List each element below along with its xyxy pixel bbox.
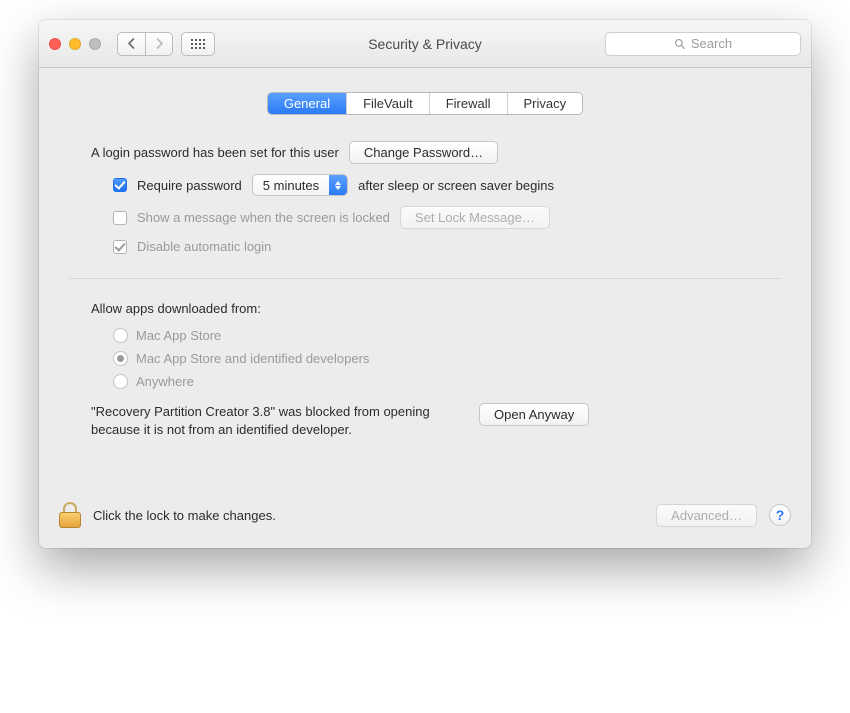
login-password-row: A login password has been set for this u… (91, 141, 759, 164)
preferences-window: Security & Privacy Search General FileVa… (39, 20, 811, 548)
minimize-window-button[interactable] (69, 38, 81, 50)
chevron-left-icon (127, 38, 136, 49)
help-icon: ? (776, 507, 785, 523)
login-password-text: A login password has been set for this u… (91, 145, 339, 160)
show-message-row: Show a message when the screen is locked… (91, 206, 759, 229)
require-password-checkbox[interactable] (113, 178, 127, 192)
tab-general[interactable]: General (268, 93, 347, 114)
radio-anywhere-label: Anywhere (136, 374, 194, 389)
chevron-right-icon (155, 38, 164, 49)
footer: Click the lock to make changes. Advanced… (39, 486, 811, 548)
titlebar: Security & Privacy Search (39, 20, 811, 68)
change-password-button[interactable]: Change Password… (349, 141, 498, 164)
show-all-button[interactable] (181, 32, 215, 56)
open-anyway-button[interactable]: Open Anyway (479, 403, 589, 426)
nav-buttons (117, 32, 173, 56)
tab-firewall[interactable]: Firewall (430, 93, 508, 114)
blocked-app-message: "Recovery Partition Creator 3.8" was blo… (91, 403, 461, 438)
require-password-delay-value: 5 minutes (253, 178, 329, 193)
tab-privacy[interactable]: Privacy (508, 93, 583, 114)
radio-app-store: Mac App Store (91, 328, 759, 343)
content-area: General FileVault Firewall Privacy A log… (39, 68, 811, 438)
show-message-checkbox[interactable] (113, 211, 127, 225)
require-password-label: Require password (137, 178, 242, 193)
disable-auto-login-checkbox (113, 240, 127, 254)
lock-icon[interactable] (59, 502, 81, 528)
set-lock-message-button: Set Lock Message… (400, 206, 550, 229)
search-icon (674, 38, 686, 50)
require-password-suffix: after sleep or screen saver begins (358, 178, 554, 193)
back-button[interactable] (117, 32, 145, 56)
close-window-button[interactable] (49, 38, 61, 50)
radio-identified-label: Mac App Store and identified developers (136, 351, 369, 366)
radio-identified: Mac App Store and identified developers (91, 351, 759, 366)
radio-identified-button (113, 351, 128, 366)
require-password-row: Require password 5 minutes after sleep o… (91, 174, 759, 196)
window-controls (49, 38, 101, 50)
disable-auto-login-row: Disable automatic login (91, 239, 759, 254)
radio-anywhere: Anywhere (91, 374, 759, 389)
grid-icon (191, 39, 205, 49)
help-button[interactable]: ? (769, 504, 791, 526)
search-placeholder: Search (691, 36, 732, 51)
radio-app-store-button (113, 328, 128, 343)
lock-text: Click the lock to make changes. (93, 508, 276, 523)
radio-app-store-label: Mac App Store (136, 328, 221, 343)
zoom-window-button (89, 38, 101, 50)
disable-auto-login-label: Disable automatic login (137, 239, 271, 254)
show-message-label: Show a message when the screen is locked (137, 210, 390, 225)
tab-bar: General FileVault Firewall Privacy (69, 92, 781, 115)
search-input[interactable]: Search (605, 32, 801, 56)
blocked-app-row: "Recovery Partition Creator 3.8" was blo… (91, 403, 759, 438)
radio-anywhere-button (113, 374, 128, 389)
gatekeeper-title: Allow apps downloaded from: (91, 301, 759, 316)
advanced-button[interactable]: Advanced… (656, 504, 757, 527)
general-panel: A login password has been set for this u… (69, 141, 781, 438)
forward-button[interactable] (145, 32, 173, 56)
tab-filevault[interactable]: FileVault (347, 93, 430, 114)
separator (69, 278, 781, 279)
require-password-delay-select[interactable]: 5 minutes (252, 174, 348, 196)
stepper-icon (329, 175, 347, 195)
